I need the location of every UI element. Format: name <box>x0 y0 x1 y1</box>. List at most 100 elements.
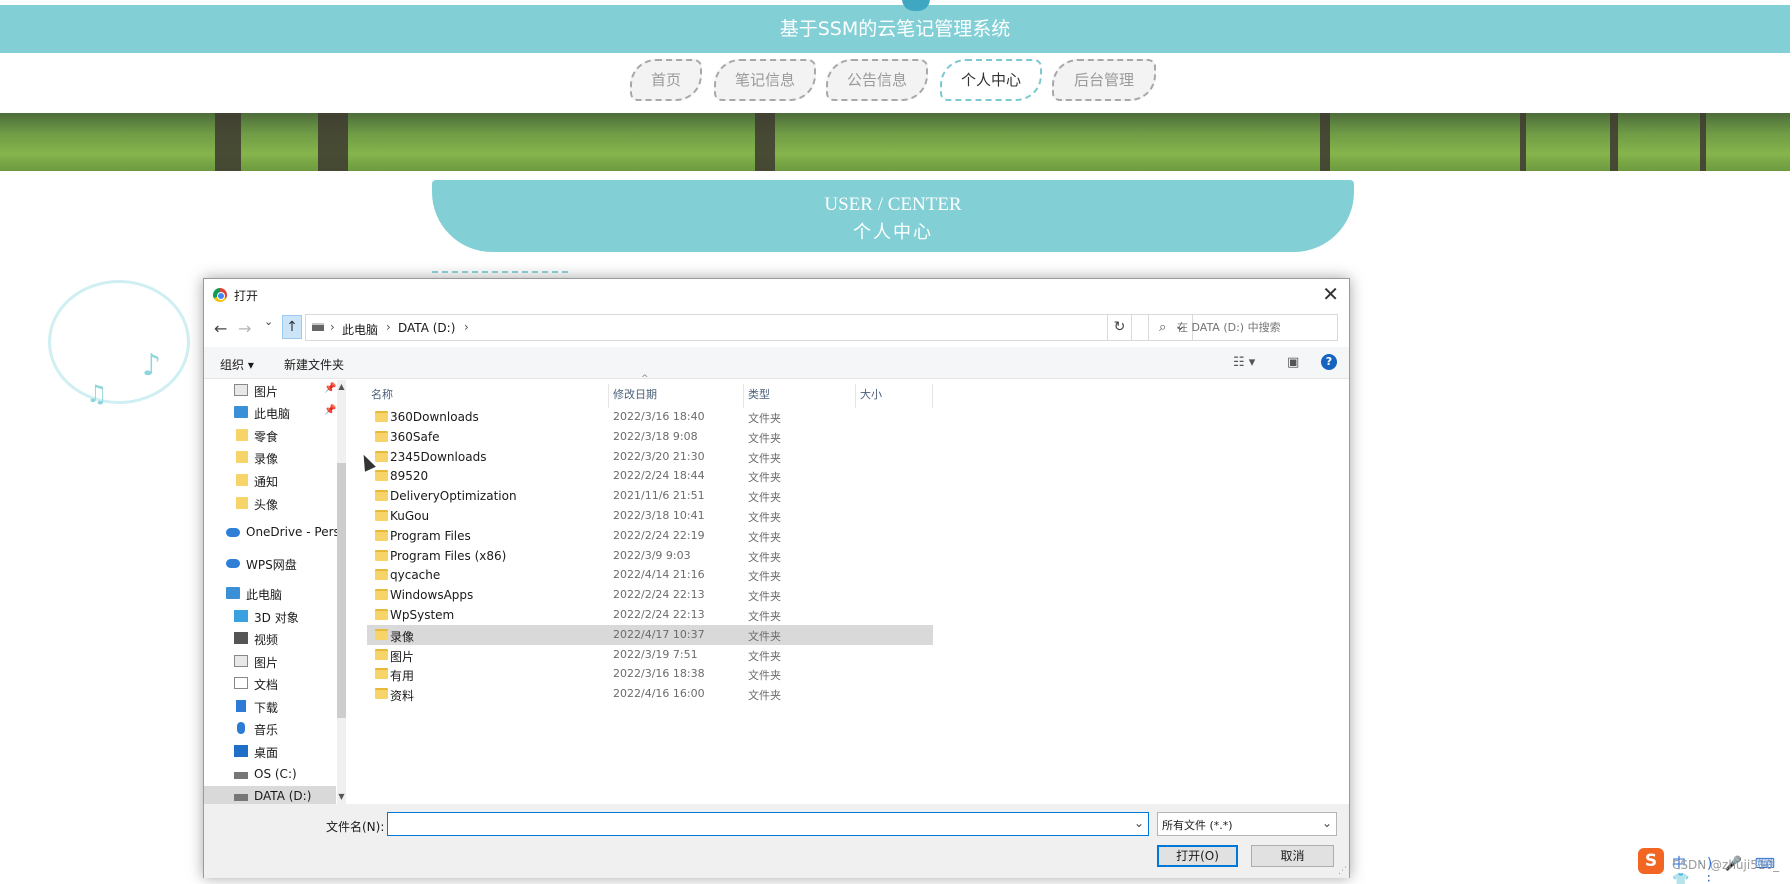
nav-item-pictures[interactable]: 图片 <box>204 651 336 673</box>
search-box[interactable]: ⌕ <box>1148 314 1338 341</box>
drive-icon <box>234 794 248 801</box>
folder-icon <box>236 497 248 509</box>
nav-item-videos[interactable]: 视频 <box>204 628 336 650</box>
close-icon[interactable]: ✕ <box>1322 282 1339 306</box>
file-row[interactable]: Program Files (x86) 2022/3/9 9:03 文件夹 <box>367 546 933 566</box>
nav-item-music[interactable]: 音乐 <box>204 718 336 740</box>
nav-item-notice[interactable]: 通知 <box>204 470 336 492</box>
nav-scrollbar-thumb[interactable] <box>337 463 346 718</box>
3d-objects-icon <box>234 610 248 622</box>
address-bar[interactable]: › 此电脑 › DATA (D:) › ⌄ <box>305 314 1193 341</box>
file-row[interactable]: Program Files 2022/2/24 22:19 文件夹 <box>367 526 933 546</box>
nav-item-recordings[interactable]: 录像 <box>204 447 336 469</box>
filename-field[interactable]: ⌄ <box>387 812 1149 836</box>
file-type: 文件夹 <box>748 511 781 524</box>
file-row[interactable]: 360Safe 2022/3/18 9:08 文件夹 <box>367 427 933 447</box>
scroll-down-icon[interactable]: ▼ <box>337 792 346 801</box>
wps-cloud-icon <box>226 559 240 568</box>
nav-item-downloads[interactable]: 下载 <box>204 696 336 718</box>
nav-tab-announcements[interactable]: 公告信息 <box>826 59 928 101</box>
filename-dropdown-icon[interactable]: ⌄ <box>1134 816 1144 830</box>
file-row[interactable]: 360Downloads 2022/3/16 18:40 文件夹 <box>367 407 933 427</box>
recent-locations-chevron-icon[interactable]: ⌄ <box>264 315 273 328</box>
nav-item-snacks[interactable]: 零食 <box>204 425 336 447</box>
nav-item-os-c[interactable]: OS (C:) <box>204 764 336 786</box>
column-header-name[interactable]: 名称 <box>367 384 609 408</box>
file-date: 2022/3/19 7:51 <box>613 647 698 661</box>
nav-tab-home[interactable]: 首页 <box>630 59 702 101</box>
file-row[interactable]: 89520 2022/2/24 18:44 文件夹 <box>367 466 933 486</box>
resize-grip-icon[interactable]: ⋰ <box>1338 866 1347 876</box>
folder-icon <box>236 474 248 486</box>
file-name: WindowsApps <box>390 588 474 603</box>
folder-icon <box>375 549 388 561</box>
file-row[interactable]: 有用 2022/3/16 18:38 文件夹 <box>367 664 933 684</box>
nav-item-onedrive[interactable]: OneDrive - Pers <box>204 522 340 544</box>
file-type: 文件夹 <box>748 412 781 425</box>
onedrive-icon <box>226 528 240 537</box>
nav-tab-user-center[interactable]: 个人中心 <box>940 59 1042 101</box>
file-row[interactable]: qycache 2022/4/14 21:16 文件夹 <box>367 565 933 585</box>
dialog-titlebar[interactable]: 打开 ✕ <box>204 279 1349 311</box>
sogou-logo-icon[interactable]: S <box>1638 848 1664 874</box>
filename-input[interactable] <box>391 816 1121 832</box>
scroll-up-icon[interactable]: ▲ <box>337 382 346 391</box>
section-title-cn: 个人中心 <box>853 222 933 242</box>
file-row[interactable]: 资料 2022/4/16 16:00 文件夹 <box>367 684 933 704</box>
nav-item-wps-cloud[interactable]: WPS网盘 <box>204 553 336 575</box>
nav-item-data-d[interactable]: DATA (D:) <box>204 786 336 804</box>
nav-tab-admin[interactable]: 后台管理 <box>1052 59 1156 101</box>
help-icon[interactable]: ? <box>1321 354 1337 370</box>
user-center-heading: USER / CENTER 个人中心 <box>432 180 1354 252</box>
filetype-select[interactable]: 所有文件 (*.*) ⌄ <box>1157 812 1337 836</box>
computer-icon <box>226 587 240 599</box>
file-row[interactable]: WpSystem 2022/2/24 22:13 文件夹 <box>367 605 933 625</box>
banner-image <box>0 113 1790 171</box>
cancel-button[interactable]: 取消 <box>1251 845 1334 867</box>
up-arrow-icon[interactable]: ↑ <box>282 315 302 339</box>
file-row[interactable]: DeliveryOptimization 2021/11/6 21:51 文件夹 <box>367 486 933 506</box>
pin-icon: 📌 <box>324 405 337 416</box>
breadcrumb-this-pc[interactable]: 此电脑 <box>342 321 378 338</box>
organize-menu[interactable]: 组织 ▾ <box>220 356 254 373</box>
file-row[interactable]: 录像 2022/4/17 10:37 文件夹 <box>367 624 933 645</box>
folder-icon <box>236 451 248 463</box>
file-row[interactable]: 图片 2022/3/19 7:51 文件夹 <box>367 645 933 665</box>
file-date: 2022/3/20 21:30 <box>613 449 705 463</box>
breadcrumb-data-d[interactable]: DATA (D:) <box>398 321 455 335</box>
dialog-footer: 文件名(N): ⌄ 所有文件 (*.*) ⌄ 打开(O) 取消 ⋰ <box>204 804 1349 878</box>
search-input[interactable] <box>1177 315 1335 340</box>
file-row[interactable]: WindowsApps 2022/2/24 22:13 文件夹 <box>367 585 933 605</box>
file-date: 2022/4/14 21:16 <box>613 568 705 582</box>
folder-icon <box>375 668 388 680</box>
file-date: 2022/3/9 9:03 <box>613 548 691 562</box>
forward-arrow-icon[interactable]: → <box>238 319 251 338</box>
file-row[interactable]: KuGou 2022/3/18 10:41 文件夹 <box>367 506 933 526</box>
folder-icon <box>375 648 388 660</box>
nav-item-3d-objects[interactable]: 3D 对象 <box>204 606 336 628</box>
file-date: 2022/2/24 22:13 <box>613 608 705 621</box>
column-header-size[interactable]: 大小 <box>856 384 933 408</box>
nav-tab-notes[interactable]: 笔记信息 <box>714 59 816 101</box>
view-options-icon[interactable]: ☷ ▾ <box>1233 355 1255 370</box>
chevron-down-icon: ⌄ <box>1321 816 1332 830</box>
file-list: ^ 名称 修改日期 类型 大小 360Downloads 2022/3/16 18… <box>367 374 1337 804</box>
nav-item-avatar[interactable]: 头像 <box>204 493 336 515</box>
new-folder-button[interactable]: 新建文件夹 <box>284 356 344 373</box>
column-header-date[interactable]: 修改日期 <box>609 384 744 408</box>
nav-item-documents[interactable]: 文档 <box>204 673 336 695</box>
file-name: 360Safe <box>390 429 440 444</box>
nav-item-this-pc[interactable]: 此电脑 <box>204 583 336 605</box>
nav-item-pictures-pinned[interactable]: 图片 📌 <box>204 380 336 402</box>
back-arrow-icon[interactable]: ← <box>214 319 227 338</box>
nav-item-desktop[interactable]: 桌面 <box>204 741 336 763</box>
refresh-icon[interactable]: ↻ <box>1107 314 1132 341</box>
column-header-type[interactable]: 类型 <box>744 384 856 408</box>
preview-pane-icon[interactable]: ▣ <box>1287 355 1299 370</box>
file-name: 有用 <box>390 669 415 684</box>
file-row[interactable]: 2345Downloads 2022/3/20 21:30 文件夹 <box>367 447 933 467</box>
nav-item-this-pc-pinned[interactable]: 此电脑 📌 <box>204 402 336 424</box>
open-button[interactable]: 打开(O) <box>1157 845 1238 867</box>
file-type: 文件夹 <box>748 451 781 465</box>
file-name: qycache <box>390 568 441 583</box>
